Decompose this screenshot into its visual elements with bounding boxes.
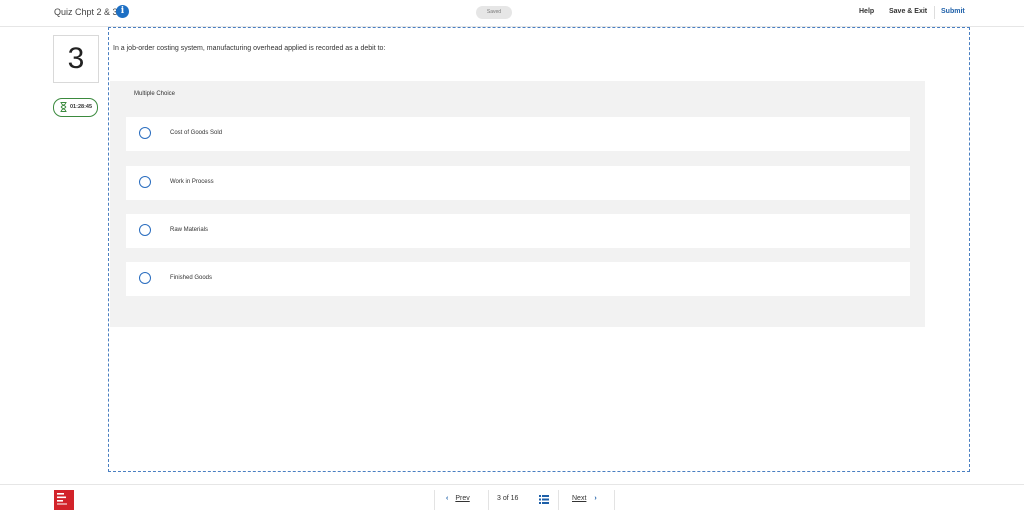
chevron-right-icon: › — [594, 495, 597, 502]
question-type-label: Multiple Choice — [134, 91, 176, 97]
timer-badge[interactable]: 01:28:45 — [53, 98, 98, 117]
mcgraw-hill-logo — [54, 490, 74, 510]
answer-option[interactable]: Raw Materials — [126, 214, 910, 248]
footer-divider — [614, 490, 615, 510]
radio-icon[interactable] — [139, 224, 151, 236]
info-icon[interactable]: i — [116, 5, 129, 18]
answer-option-label: Finished Goods — [170, 275, 213, 281]
answer-option-label: Cost of Goods Sold — [170, 130, 223, 136]
next-label: Next — [572, 495, 587, 502]
radio-icon[interactable] — [139, 272, 151, 284]
timer-text: 01:28:45 — [70, 104, 93, 110]
footer-divider — [488, 490, 489, 510]
footer-divider — [558, 490, 559, 510]
question-text: In a job-order costing system, manufactu… — [113, 45, 386, 52]
help-button[interactable]: Help — [859, 8, 874, 15]
chevron-left-icon: ‹ — [446, 495, 449, 502]
grid-icon[interactable] — [539, 495, 549, 504]
prev-button[interactable]: ‹ Prev — [446, 495, 470, 502]
next-button[interactable]: Next › — [572, 495, 597, 502]
question-number: 3 — [53, 35, 99, 83]
saved-status-badge: Saved — [476, 6, 512, 19]
save-exit-button[interactable]: Save & Exit — [889, 8, 927, 15]
submit-button[interactable]: Submit — [941, 8, 965, 15]
header-divider — [934, 6, 935, 19]
quiz-title: Quiz Chpt 2 & 3 — [54, 7, 118, 17]
prev-label: Prev — [455, 495, 470, 502]
page-indicator: 3 of 16 — [497, 495, 519, 502]
answer-option-label: Raw Materials — [170, 227, 209, 233]
answer-option[interactable]: Work in Process — [126, 166, 910, 200]
answer-option-label: Work in Process — [170, 179, 214, 185]
radio-icon[interactable] — [139, 127, 151, 139]
hourglass-icon — [60, 102, 67, 112]
answer-option[interactable]: Cost of Goods Sold — [126, 117, 910, 151]
logo-mark — [56, 491, 74, 509]
radio-icon[interactable] — [139, 176, 151, 188]
footer-divider — [434, 490, 435, 510]
answer-option[interactable]: Finished Goods — [126, 262, 910, 296]
